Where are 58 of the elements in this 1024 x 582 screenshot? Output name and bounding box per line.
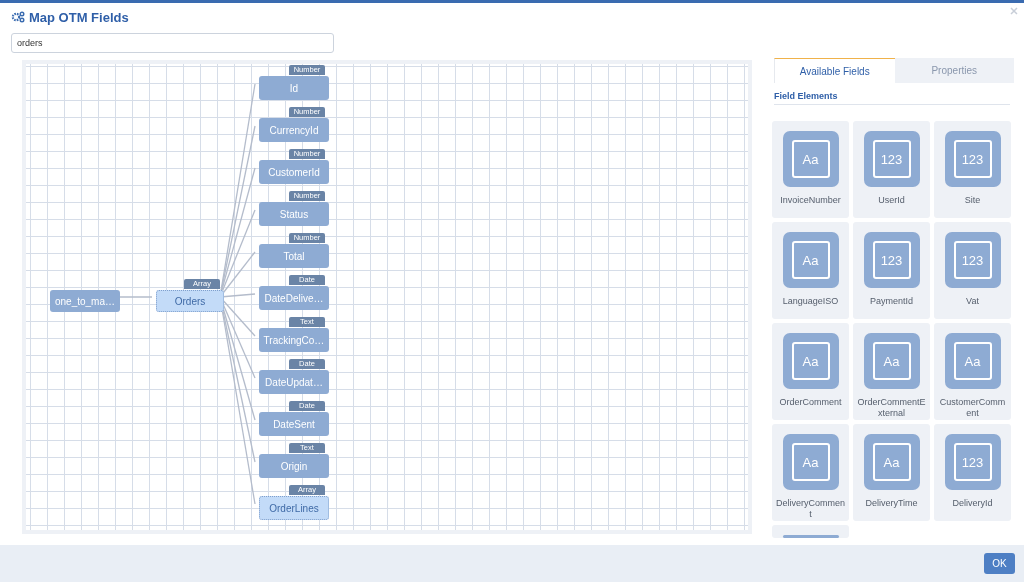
ok-button[interactable]: OK xyxy=(984,553,1015,574)
field-label: DeliveryTime xyxy=(864,498,919,509)
field-type-icon: Aa xyxy=(782,333,839,389)
diagram-node[interactable]: OrderLines xyxy=(259,496,329,520)
window-title: Map OTM Fields xyxy=(29,9,129,25)
field-tile[interactable]: Aa CustomerComment xyxy=(934,323,1011,420)
diagram-node[interactable]: CustomerId xyxy=(259,160,329,184)
field-tile[interactable]: Aa DeliveryTime xyxy=(853,424,930,521)
field-label: LanguageISO xyxy=(781,296,840,307)
diagram-node[interactable]: DateDelive… xyxy=(259,286,329,310)
diagram-node[interactable]: Total xyxy=(259,244,329,268)
field-type-icon: 123 xyxy=(944,131,1001,187)
field-tile[interactable] xyxy=(772,525,849,538)
field-tile[interactable]: 123 PaymentId xyxy=(853,222,930,319)
diagram-node[interactable]: Orders xyxy=(156,290,224,312)
field-tile[interactable]: Aa LanguageISO xyxy=(772,222,849,319)
tab[interactable]: Properties xyxy=(894,58,1014,83)
field-tile[interactable]: Aa OrderCommentExternal xyxy=(853,323,930,420)
field-type-icon: 123 xyxy=(863,232,920,288)
field-label: Vat xyxy=(965,296,980,307)
close-icon[interactable] xyxy=(1010,7,1018,15)
field-tile[interactable]: 123 Vat xyxy=(934,222,1011,319)
field-type-icon: 123 xyxy=(944,232,1001,288)
field-type-icon: Aa xyxy=(782,131,839,187)
field-type-icon: 123 xyxy=(863,131,920,187)
diagram-node[interactable]: one_to_ma… xyxy=(50,290,120,312)
diagram-node[interactable]: CurrencyId xyxy=(259,118,329,142)
field-label: DeliveryComment xyxy=(775,498,846,520)
field-tile[interactable]: 123 Site xyxy=(934,121,1011,218)
field-tile[interactable]: Aa OrderComment xyxy=(772,323,849,420)
field-type-icon: 123 xyxy=(944,434,1001,490)
field-label: Site xyxy=(963,195,982,206)
search-field[interactable]: orders xyxy=(11,33,334,53)
field-label: OrderComment xyxy=(778,397,843,408)
diagram-node[interactable]: DateUpdat… xyxy=(259,370,329,394)
field-tile[interactable]: Aa DeliveryComment xyxy=(772,424,849,521)
diagram-node[interactable]: DateSent xyxy=(259,412,329,436)
field-label: CustomerComment xyxy=(938,397,1007,419)
diagram-node[interactable]: TrackingCo… xyxy=(259,328,329,352)
tab[interactable]: Available Fields xyxy=(774,58,895,83)
field-label: OrderCommentExternal xyxy=(856,397,927,419)
field-label: DeliveryId xyxy=(951,498,994,509)
field-tile[interactable]: Aa InvoiceNumber xyxy=(772,121,849,218)
diagram-node[interactable]: Origin xyxy=(259,454,329,478)
field-tile[interactable]: 123 DeliveryId xyxy=(934,424,1011,521)
field-type-icon: Aa xyxy=(863,333,920,389)
diagram-node[interactable]: Status xyxy=(259,202,329,226)
gears-icon xyxy=(11,11,25,23)
field-type-icon: Aa xyxy=(944,333,1001,389)
field-type-icon: Aa xyxy=(863,434,920,490)
section-title: Field Elements xyxy=(774,91,1010,105)
field-label: UserId xyxy=(877,195,906,206)
field-tile[interactable]: 123 UserId xyxy=(853,121,930,218)
field-type-icon: Aa xyxy=(782,232,839,288)
diagram-node[interactable]: Id xyxy=(259,76,329,100)
field-label: PaymentId xyxy=(869,296,914,307)
field-type-icon: Aa xyxy=(782,434,839,490)
field-label: InvoiceNumber xyxy=(779,195,842,206)
